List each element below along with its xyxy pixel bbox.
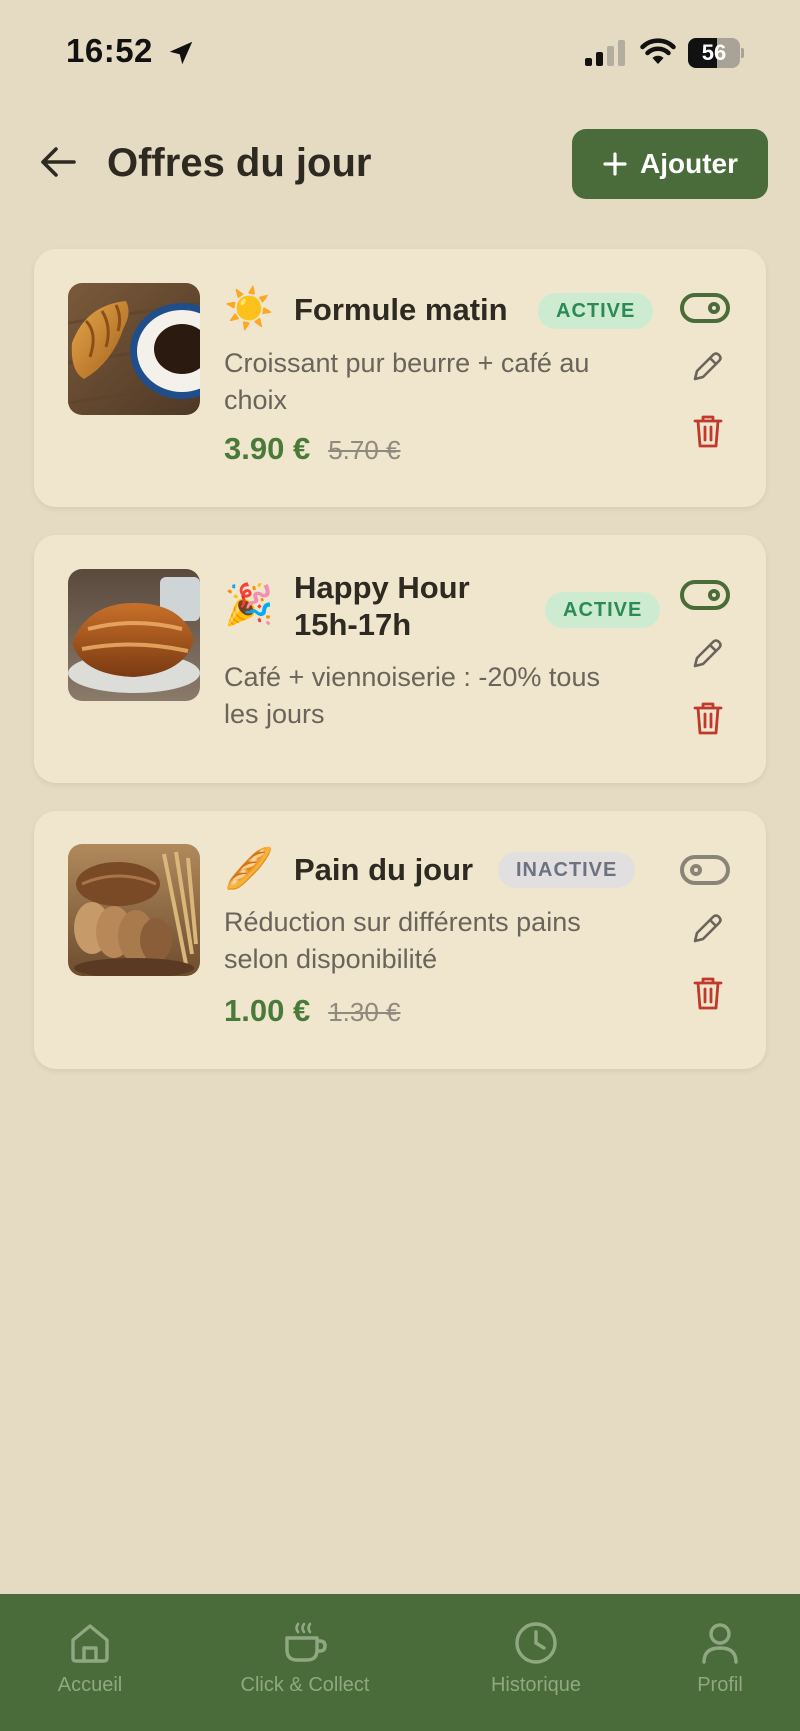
price-old: 1.30 € <box>328 997 401 1027</box>
add-offer-button[interactable]: Ajouter <box>572 129 768 199</box>
user-icon <box>702 1623 738 1664</box>
delete-trash-icon[interactable] <box>692 413 724 449</box>
party-popper-emoji-icon: 🎉 <box>224 582 274 628</box>
edit-pencil-icon[interactable] <box>689 911 725 947</box>
offer-toggle[interactable] <box>680 293 730 323</box>
wifi-icon <box>640 38 676 64</box>
nav-label: Profil <box>697 1674 743 1696</box>
offer-title: Happy Hour 15h-17h <box>294 570 470 642</box>
nav-item-click-collect[interactable]: Click & Collect <box>220 1594 390 1731</box>
status-badge: INACTIVE <box>498 852 636 888</box>
price-row: 3.90 € 5.70 € <box>224 431 401 467</box>
status-time: 16:52 <box>66 32 153 69</box>
page-title: Offres du jour <box>107 141 372 185</box>
offer-image-bread-wheat <box>68 844 200 976</box>
status-badge: ACTIVE <box>538 293 654 329</box>
nav-item-profil[interactable]: Profil <box>670 1594 770 1731</box>
home-icon <box>71 1624 109 1663</box>
cellular-signal-icon <box>585 40 625 66</box>
offer-card[interactable]: 🥖 Pain du jour INACTIVE Réduction sur di… <box>34 811 766 1069</box>
back-button[interactable] <box>36 140 80 184</box>
price-new: 1.00 € <box>224 993 311 1028</box>
delete-trash-icon[interactable] <box>692 700 724 736</box>
offer-card[interactable]: 🎉 Happy Hour 15h-17h ACTIVE Café + vienn… <box>34 535 766 783</box>
status-bar: 16:52 56 <box>0 0 800 100</box>
edit-pencil-icon[interactable] <box>689 636 725 672</box>
price-row: 1.00 € 1.30 € <box>224 993 401 1029</box>
clock-icon <box>515 1622 557 1664</box>
offer-description: Café + viennoiserie : -20% tous les jour… <box>224 662 600 729</box>
offer-card[interactable]: ☀️ Formule matin ACTIVE Croissant pur be… <box>34 249 766 507</box>
offer-toggle[interactable] <box>680 855 730 885</box>
plus-icon <box>603 152 627 176</box>
edit-pencil-icon[interactable] <box>689 349 725 385</box>
nav-label: Click & Collect <box>240 1674 370 1696</box>
bottom-nav: Accueil Click & Collect Historique Profi… <box>0 1594 800 1731</box>
baguette-emoji-icon: 🥖 <box>224 846 274 892</box>
nav-label: Historique <box>490 1674 582 1696</box>
offer-title: Formule matin <box>294 292 508 327</box>
offer-description: Croissant pur beurre + café au choix <box>224 348 590 415</box>
nav-item-accueil[interactable]: Accueil <box>40 1594 140 1731</box>
nav-item-historique[interactable]: Historique <box>476 1594 596 1731</box>
location-arrow-icon <box>169 41 193 65</box>
nav-label: Accueil <box>57 1674 123 1696</box>
offer-title: Pain du jour <box>294 852 474 887</box>
coffee-cup-icon <box>285 1622 327 1662</box>
offer-toggle[interactable] <box>680 580 730 610</box>
price-new: 3.90 € <box>224 431 311 466</box>
sun-emoji-icon: ☀️ <box>224 286 274 332</box>
delete-trash-icon[interactable] <box>692 975 724 1011</box>
offer-description: Réduction sur différents pains selon dis… <box>224 907 581 974</box>
offer-image-pain-au-chocolat <box>68 569 200 701</box>
battery-icon: 56 <box>688 38 744 68</box>
back-arrow-icon <box>41 147 76 177</box>
price-old: 5.70 € <box>328 435 401 465</box>
offer-image-croissant-coffee <box>68 283 200 415</box>
battery-percent: 56 <box>701 40 727 65</box>
status-badge: ACTIVE <box>545 592 661 628</box>
add-offer-label: Ajouter <box>640 148 738 179</box>
